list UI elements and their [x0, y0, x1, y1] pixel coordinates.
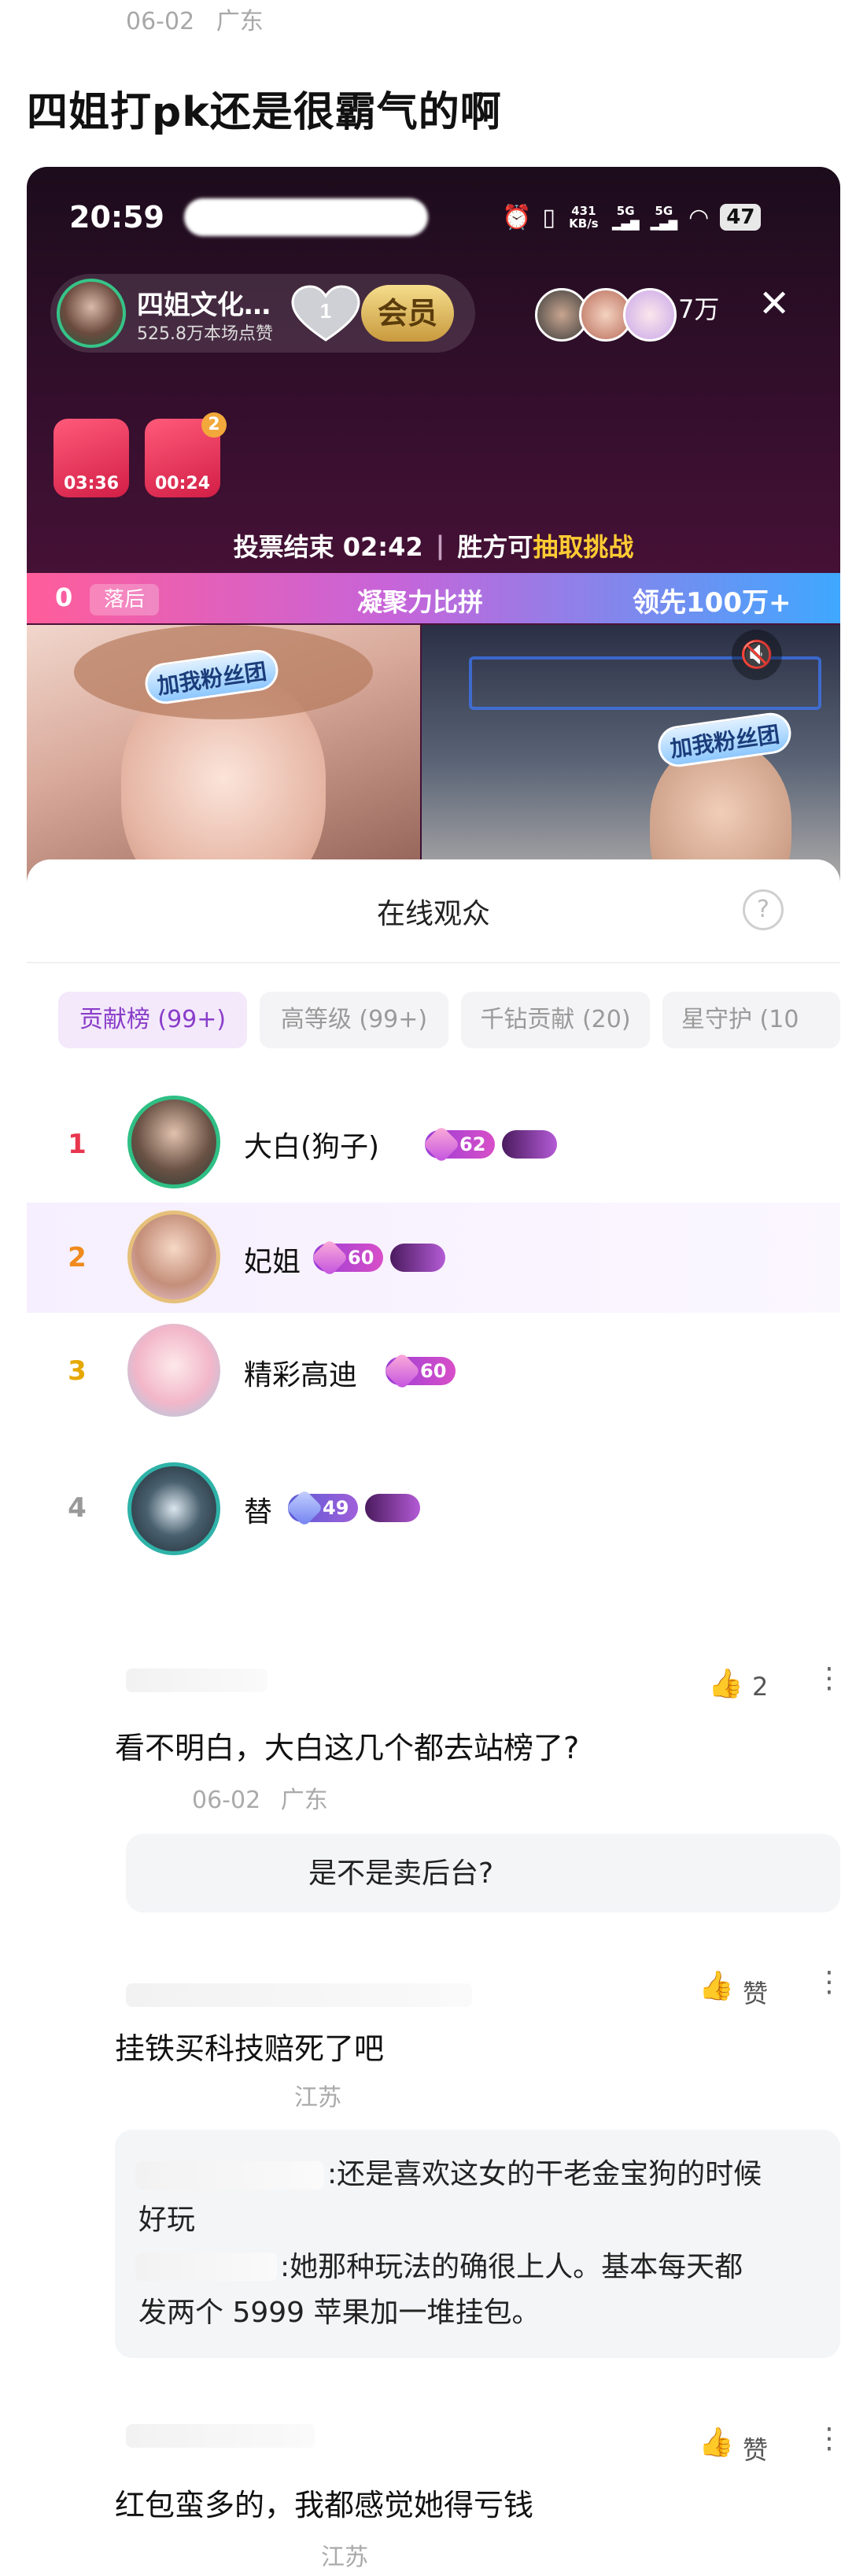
- user-avatar[interactable]: [127, 1324, 220, 1417]
- user-name[interactable]: 替: [244, 1489, 272, 1530]
- thumbs-up-icon[interactable]: 👍: [708, 1667, 743, 1700]
- reply-text: :她那种玩法的确很上人。基本每天都: [280, 2251, 743, 2283]
- vote-highlight: 抽取挑战: [533, 532, 634, 562]
- comment-text: 红包蛮多的，我都感觉她得亏钱: [115, 2488, 534, 2522]
- live-stream-view: 20:59 ⏰ ▯ 431 KB/s 5G ▂▄▆ 5G ▂▄▆ ◠ 47 四姐文化…: [27, 167, 840, 899]
- post-title: 四姐打pk还是很霸气的啊: [27, 89, 502, 136]
- tab-contribution[interactable]: 贡献榜 (99+): [58, 992, 247, 1048]
- comment-meta: 06-02 广东: [192, 1780, 328, 1815]
- more-dots-icon[interactable]: ⋮: [815, 2423, 843, 2455]
- close-icon[interactable]: ✕: [758, 282, 790, 326]
- pk-status-right: 领先100万+: [633, 587, 791, 619]
- vote-middle: 胜方可: [457, 532, 533, 562]
- user-avatar[interactable]: [127, 1096, 220, 1188]
- host-avatar[interactable]: [57, 279, 126, 348]
- red-packet-timer: 03:36: [63, 474, 120, 493]
- signal-b: 5G ▂▄▆: [650, 205, 677, 230]
- vote-countdown: 投票结束 02:42: [233, 532, 423, 562]
- reply-text-continued: 发两个 5999 苹果加一堆挂包。: [138, 2297, 540, 2329]
- crown-icon: [502, 1130, 557, 1159]
- tab-diamond-contribution[interactable]: 千钻贡献 (20): [461, 992, 650, 1048]
- viewer-avatar[interactable]: [623, 288, 677, 342]
- more-dots-icon[interactable]: ⋮: [815, 1662, 843, 1695]
- post-meta: 06-02 广东: [126, 2, 264, 36]
- user-name[interactable]: 精彩高迪: [244, 1352, 357, 1393]
- reply-text: 是不是卖后台?: [308, 1857, 494, 1890]
- crown-icon: [365, 1494, 420, 1522]
- user-name[interactable]: 大白(狗子): [244, 1124, 379, 1165]
- rank-number: 1: [68, 1129, 87, 1160]
- pk-title: 凝聚力比拼: [357, 587, 484, 617]
- like-label[interactable]: 赞: [743, 1974, 768, 2010]
- crown-icon: [390, 1244, 445, 1272]
- signal-bars-icon: ▂▄▆: [650, 216, 678, 231]
- rank-number: 2: [68, 1242, 87, 1273]
- tab-star-guardian[interactable]: 星守护 (10: [662, 992, 840, 1048]
- redacted-username: [126, 1983, 472, 2007]
- status-time: 20:59: [69, 200, 164, 235]
- audience-title: 在线观众: [376, 898, 490, 930]
- net-speed: 431 KB/s: [569, 204, 599, 231]
- more-dots-icon[interactable]: ⋮: [815, 1966, 843, 1998]
- signal-a: 5G ▂▄▆: [612, 205, 640, 230]
- thumbs-up-icon[interactable]: 👍: [699, 1969, 734, 2002]
- user-avatar[interactable]: [127, 1462, 220, 1555]
- wifi-icon: ◠: [688, 203, 710, 231]
- post-meta-date: 06-02: [126, 8, 195, 35]
- status-bar-icons: ⏰ ▯ 431 KB/s 5G ▂▄▆ 5G ▂▄▆ ◠ 47: [502, 201, 762, 233]
- heart-level-icon[interactable]: 1: [286, 283, 365, 346]
- redacted-username: [135, 2161, 324, 2190]
- reply-text: :还是喜欢这女的干老金宝狗的时候: [327, 2158, 762, 2190]
- viewer-count[interactable]: 7万: [678, 290, 719, 326]
- comment-date: 06-02: [192, 1787, 261, 1814]
- reply-text-continued: 好玩: [138, 2204, 196, 2236]
- comment-location: 广东: [280, 1787, 328, 1814]
- alarm-icon: ⏰: [502, 203, 532, 231]
- post-meta-location: 广东: [216, 8, 264, 35]
- embedded-screenshot[interactable]: 20:59 ⏰ ▯ 431 KB/s 5G ▂▄▆ 5G ▂▄▆ ◠ 47 四姐文化…: [27, 167, 840, 1639]
- panel-divider: [27, 962, 840, 963]
- host-likes: 525.8万本场点赞: [137, 324, 273, 344]
- comment-location: 江苏: [294, 2084, 341, 2112]
- user-avatar[interactable]: [127, 1210, 220, 1303]
- vibrate-icon: ▯: [542, 203, 555, 231]
- pk-score-left: 0: [55, 582, 73, 612]
- rank-number: 3: [68, 1355, 87, 1387]
- red-packet-count: 2: [201, 412, 227, 438]
- thumbs-up-icon[interactable]: 👍: [699, 2426, 734, 2459]
- comment-text: 挂铁买科技赔死了吧: [115, 2031, 385, 2066]
- mute-icon[interactable]: 🔇: [732, 630, 782, 680]
- redacted-username: [126, 2424, 315, 2448]
- rank-number: 4: [68, 1492, 87, 1524]
- comment-location: 江苏: [321, 2544, 368, 2571]
- fan-club-tag[interactable]: 加我粉丝团: [655, 710, 794, 770]
- tab-high-level[interactable]: 高等级 (99+): [260, 992, 448, 1048]
- help-icon[interactable]: ?: [743, 889, 784, 930]
- redacted-username: [135, 2253, 277, 2281]
- red-packet-timer: 00:24: [154, 474, 211, 493]
- redacted-blur: [184, 198, 428, 236]
- like-count[interactable]: 2: [752, 1672, 768, 1702]
- vip-badge[interactable]: 会员: [361, 285, 454, 342]
- like-label[interactable]: 赞: [743, 2430, 768, 2467]
- pk-status-left: 落后: [90, 584, 159, 615]
- redacted-username: [126, 1669, 267, 1692]
- stream-left-video[interactable]: 加我粉丝团: [27, 625, 420, 899]
- user-name[interactable]: 妃姐: [244, 1239, 301, 1280]
- host-name[interactable]: 四姐文化…: [137, 283, 271, 322]
- comment-text: 看不明白，大白这几个都去站榜了?: [115, 1731, 580, 1765]
- heart-level: 1: [320, 299, 331, 323]
- vote-banner[interactable]: 投票结束 02:42 | 胜方可 抽取挑战: [27, 519, 840, 571]
- vote-separator: |: [435, 530, 445, 560]
- battery-level: 47: [720, 204, 762, 231]
- signal-bars-icon: ▂▄▆: [611, 216, 640, 231]
